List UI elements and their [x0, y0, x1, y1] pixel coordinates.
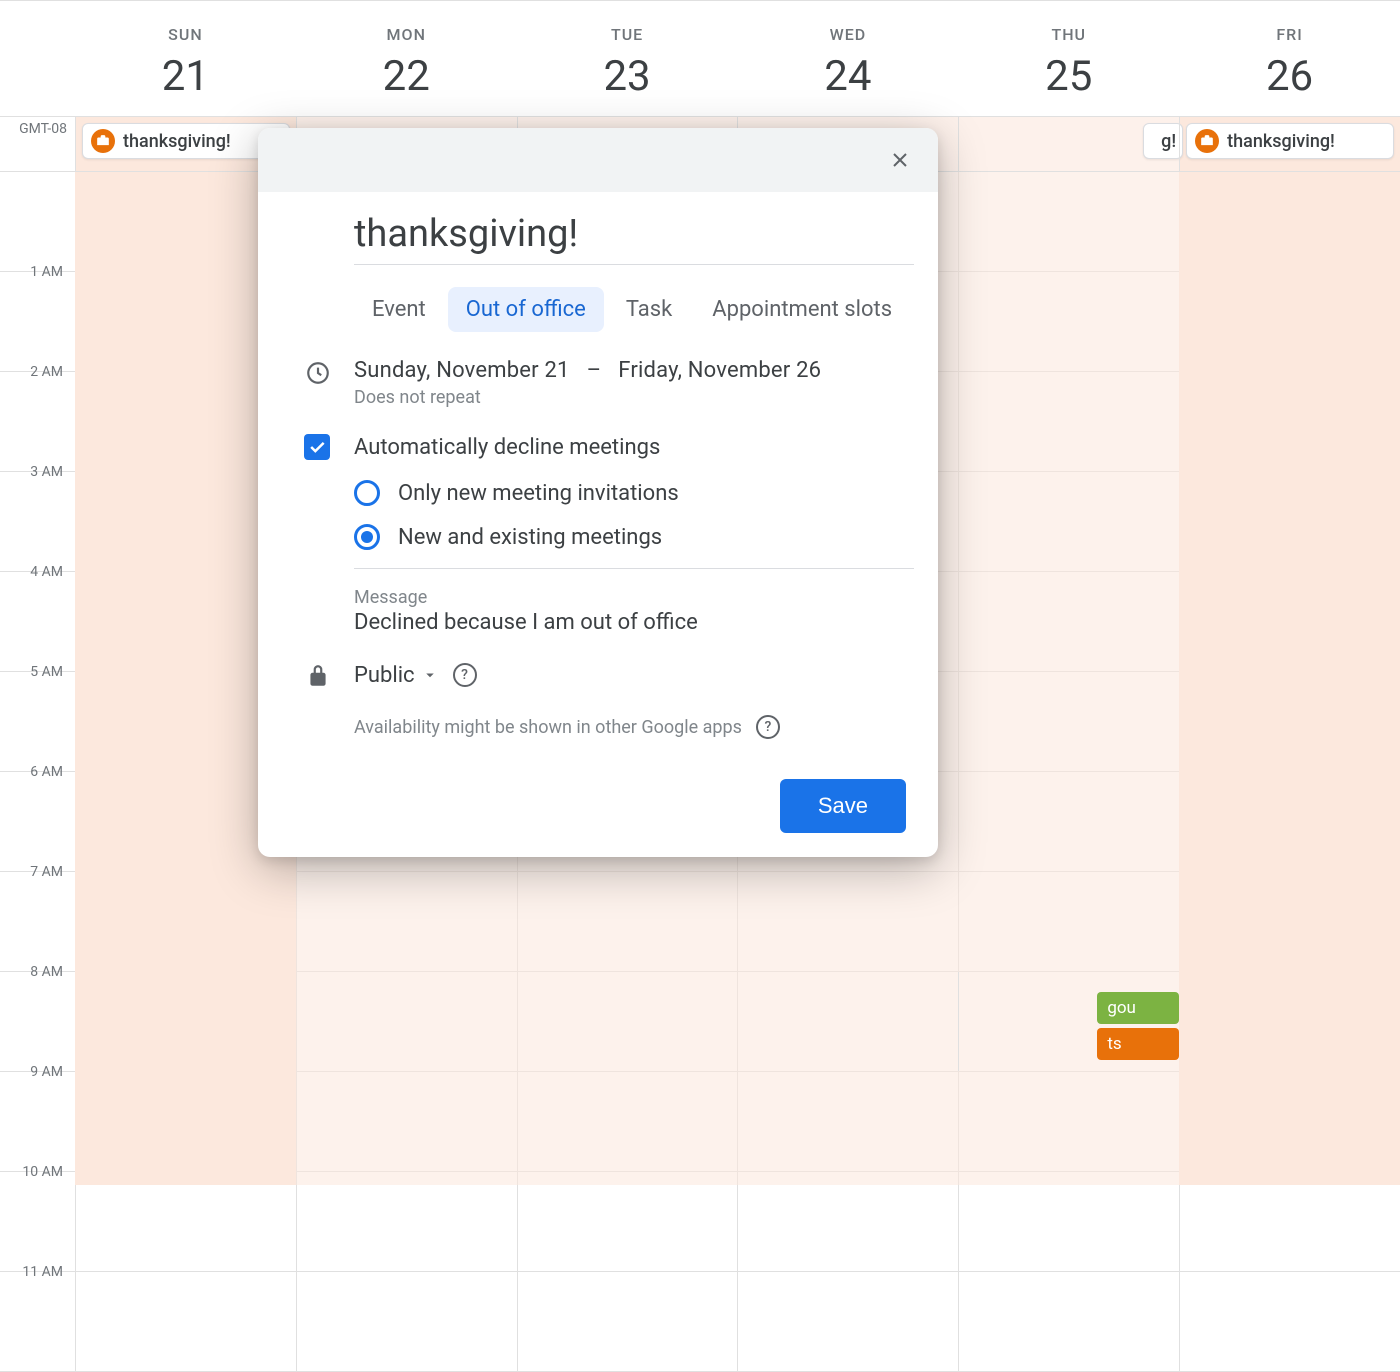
day-header[interactable]: TUE 23: [517, 1, 738, 116]
event-fragment[interactable]: gou: [1097, 992, 1179, 1024]
event-editor-modal: Event Out of office Task Appointment slo…: [258, 128, 938, 857]
auto-decline-checkbox[interactable]: [304, 434, 330, 460]
day-name: FRI: [1179, 25, 1400, 44]
allday-event-partial[interactable]: g!: [1143, 123, 1183, 159]
message-label: Message: [354, 587, 914, 608]
check-icon: [307, 437, 327, 457]
decline-scope-radio-group: Only new meeting invitations New and exi…: [354, 480, 914, 550]
day-number: 24: [737, 52, 958, 101]
hour-label: 8 AM: [0, 964, 75, 1063]
radio-only-new[interactable]: Only new meeting invitations: [354, 480, 914, 506]
close-button[interactable]: [884, 144, 916, 176]
day-header[interactable]: FRI 26: [1179, 1, 1400, 116]
event-fragment[interactable]: ts: [1097, 1028, 1179, 1060]
allday-event-title: thanksgiving!: [123, 131, 231, 152]
radio-icon: [354, 524, 380, 550]
hour-label: 7 AM: [0, 864, 75, 963]
save-button[interactable]: Save: [780, 779, 906, 833]
work-icon: [1195, 129, 1219, 153]
divider: [354, 568, 914, 569]
allday-event-title: thanksgiving!: [1227, 131, 1335, 152]
day-number: 23: [517, 52, 738, 101]
day-name: WED: [737, 25, 958, 44]
event-fragments: gou ts: [959, 992, 1179, 1060]
day-header[interactable]: WED 24: [737, 1, 958, 116]
day-number: 22: [296, 52, 517, 101]
recurrence-label[interactable]: Does not repeat: [354, 387, 914, 408]
tab-out-of-office[interactable]: Out of office: [448, 287, 604, 332]
allday-event[interactable]: thanksgiving!: [1186, 123, 1394, 159]
hour-label: 3 AM: [0, 464, 75, 563]
hour-label: 11 AM: [0, 1264, 75, 1363]
close-icon: [888, 148, 912, 172]
day-header[interactable]: SUN 21: [75, 1, 296, 116]
chevron-down-icon: [421, 666, 439, 684]
hour-label: 9 AM: [0, 1064, 75, 1163]
day-header[interactable]: MON 22: [296, 1, 517, 116]
day-name: MON: [296, 25, 517, 44]
radio-icon: [354, 480, 380, 506]
auto-decline-label: Automatically decline meetings: [354, 435, 660, 460]
modal-header: [258, 128, 938, 192]
hour-label: 6 AM: [0, 764, 75, 863]
hour-label: 1 AM: [0, 264, 75, 363]
hour-label: 4 AM: [0, 564, 75, 663]
tab-appointment-slots[interactable]: Appointment slots: [694, 287, 910, 332]
day-headers: SUN 21 MON 22 TUE 23 WED 24 THU 25 FRI 2…: [0, 0, 1400, 116]
visibility-select[interactable]: Public: [354, 663, 439, 688]
help-icon[interactable]: ?: [756, 715, 780, 739]
clock-icon: [282, 358, 354, 386]
day-number: 26: [1179, 52, 1400, 101]
tab-task[interactable]: Task: [608, 287, 690, 332]
day-header[interactable]: THU 25: [958, 1, 1179, 116]
day-name: TUE: [517, 25, 738, 44]
help-icon[interactable]: ?: [453, 663, 477, 687]
day-name: SUN: [75, 25, 296, 44]
day-name: THU: [958, 25, 1179, 44]
date-range[interactable]: Sunday, November 21 – Friday, November 2…: [354, 358, 914, 383]
decline-message-input[interactable]: Declined because I am out of office: [354, 610, 914, 635]
day-number: 21: [75, 52, 296, 101]
hour-label: 5 AM: [0, 664, 75, 763]
hour-label: 10 AM: [0, 1164, 75, 1263]
radio-new-and-existing[interactable]: New and existing meetings: [354, 524, 914, 550]
availability-hint: Availability might be shown in other Goo…: [354, 715, 914, 739]
tab-event[interactable]: Event: [354, 287, 444, 332]
event-title-input[interactable]: [354, 206, 914, 265]
timezone-label: GMT-08: [0, 117, 75, 171]
work-icon: [91, 129, 115, 153]
day-number: 25: [958, 52, 1179, 101]
event-type-tabs: Event Out of office Task Appointment slo…: [354, 287, 914, 332]
hour-label: 2 AM: [0, 364, 75, 463]
lock-icon: [282, 661, 354, 689]
